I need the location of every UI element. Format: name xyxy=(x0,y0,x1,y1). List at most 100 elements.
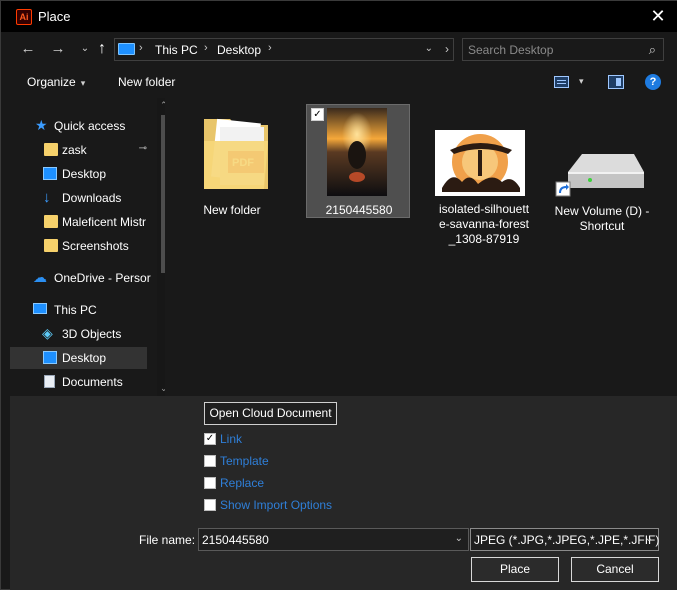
sidebar-item-zask[interactable]: zask ⊸ xyxy=(10,139,147,161)
file-item-new-folder[interactable]: PDF New folder xyxy=(180,107,284,219)
chevron-down-icon[interactable]: ⌄ xyxy=(645,533,653,544)
file-type-select[interactable]: JPEG (*.JPG,*.JPEG,*.JPE,*.JFIF) ⌄ xyxy=(470,528,659,551)
selection-checkbox[interactable]: ✓ xyxy=(311,108,324,121)
title-bar: Ai Place ✕ xyxy=(1,1,677,32)
file-item-new-volume-shortcut[interactable]: New Volume (D) - Shortcut xyxy=(550,138,654,233)
star-icon: ★ xyxy=(35,117,48,133)
computer-icon xyxy=(33,303,47,314)
sidebar-item-label: OneDrive - Persor xyxy=(54,271,151,285)
sidebar-item-label: This PC xyxy=(54,303,97,317)
breadcrumb-separator-icon[interactable]: › xyxy=(204,42,208,54)
sidebar-item-label: Documents xyxy=(62,375,123,389)
folder-icon xyxy=(44,239,58,252)
sidebar-scrollbar[interactable]: ⌃ ⌄ xyxy=(157,98,165,396)
address-bar[interactable]: › This PC › Desktop › ⌄ › xyxy=(114,38,454,61)
sidebar-item-this-pc[interactable]: This PC xyxy=(10,299,147,321)
breadcrumb-desktop[interactable]: Desktop xyxy=(217,43,261,57)
sidebar-item-label: 3D Objects xyxy=(62,327,122,341)
close-button[interactable]: ✕ xyxy=(646,5,670,27)
help-icon[interactable]: ? xyxy=(645,74,661,90)
sidebar-item-desktop-quick[interactable]: Desktop xyxy=(10,163,147,185)
folder-icon xyxy=(44,143,58,156)
sidebar-item-label: Screenshots xyxy=(62,239,129,253)
sidebar-item-label: Desktop xyxy=(62,167,107,181)
sidebar-item-label: Desktop xyxy=(62,351,107,365)
open-cloud-document-button[interactable]: Open Cloud Document xyxy=(204,402,337,425)
file-name-field[interactable]: ⌄ xyxy=(198,528,469,551)
option-label[interactable]: Show Import Options xyxy=(220,498,332,512)
breadcrumb-this-pc[interactable]: This PC xyxy=(155,43,198,57)
forward-arrow-icon[interactable]: → xyxy=(48,39,68,59)
sidebar-item-onedrive[interactable]: ☁ OneDrive - Persor xyxy=(10,267,151,289)
sidebar-item-downloads[interactable]: ↓ Downloads xyxy=(10,187,147,209)
option-label[interactable]: Link xyxy=(220,432,242,446)
checkbox-unchecked[interactable] xyxy=(204,499,216,511)
file-type-value: JPEG (*.JPG,*.JPEG,*.JPE,*.JFIF) xyxy=(474,533,660,547)
place-dialog: Ai Place ✕ ← → ⌄ ↑ › This PC › Desktop ›… xyxy=(0,0,677,590)
sidebar-item-label: Quick access xyxy=(54,119,126,133)
pin-icon[interactable]: ⊸ xyxy=(139,143,147,154)
sidebar-item-maleficent[interactable]: Maleficent Mistr xyxy=(10,211,147,233)
file-name: New Volume (D) - Shortcut xyxy=(554,204,650,233)
search-box[interactable]: ⌕ xyxy=(462,38,664,61)
file-name-label: File name: xyxy=(139,533,196,547)
sidebar-item-desktop[interactable]: Desktop xyxy=(10,347,147,369)
option-label[interactable]: Replace xyxy=(220,476,264,490)
file-item-savanna-silhouette[interactable]: isolated-silhouett e-savanna-forest _130… xyxy=(432,128,536,246)
back-arrow-icon[interactable]: ← xyxy=(18,39,38,59)
up-arrow-icon[interactable]: ↑ xyxy=(92,39,112,59)
navigation-pane: ★ Quick access zask ⊸ Desktop ↓ Download… xyxy=(10,98,165,396)
file-name: New folder xyxy=(203,203,261,217)
file-name: 2150445580 xyxy=(325,203,393,217)
desktop-icon xyxy=(43,351,57,364)
cloud-icon: ☁ xyxy=(33,269,47,285)
chevron-down-icon[interactable]: ⌄ xyxy=(455,533,463,544)
checkbox-unchecked[interactable] xyxy=(204,455,216,467)
breadcrumb-separator-icon[interactable]: › xyxy=(268,42,272,54)
window-title: Place xyxy=(38,9,71,24)
preview-pane-icon[interactable] xyxy=(608,75,624,89)
caret-down-icon: ▾ xyxy=(80,78,86,88)
organize-menu-button[interactable]: Organize ▾ xyxy=(27,75,85,89)
sidebar-item-quick-access[interactable]: ★ Quick access xyxy=(10,115,147,137)
checkbox-unchecked[interactable] xyxy=(204,477,216,489)
illustrator-app-icon: Ai xyxy=(16,9,32,25)
sidebar-item-documents[interactable]: Documents xyxy=(10,371,147,393)
command-toolbar: Organize ▾ New folder ▾ ? xyxy=(1,66,677,98)
change-view-icon[interactable] xyxy=(554,76,569,88)
desktop-icon xyxy=(43,167,57,180)
navigation-bar: ← → ⌄ ↑ › This PC › Desktop › ⌄ › ⌕ xyxy=(1,32,677,66)
sidebar-item-3d-objects[interactable]: ◈ 3D Objects xyxy=(10,323,147,345)
cancel-button[interactable]: Cancel xyxy=(571,557,659,582)
option-label[interactable]: Template xyxy=(220,454,269,468)
search-icon[interactable]: ⌕ xyxy=(649,42,656,58)
new-folder-button[interactable]: New folder xyxy=(118,75,175,89)
checkbox-checked[interactable]: ✓ xyxy=(204,433,216,445)
file-list: PDF New folder ✓ xyxy=(167,98,677,396)
download-icon: ↓ xyxy=(43,189,51,206)
breadcrumb-separator-icon[interactable]: › xyxy=(139,42,143,54)
document-icon xyxy=(44,375,55,388)
this-pc-icon xyxy=(118,43,135,55)
image-thumbnail-icon xyxy=(435,130,525,196)
address-go-icon[interactable]: › xyxy=(445,42,449,56)
file-item-2150445580[interactable]: ✓ 2150445580 xyxy=(306,104,410,218)
place-options-panel: Open Cloud Document ✓ Link Template Repl… xyxy=(10,396,677,590)
scroll-up-icon[interactable]: ⌃ xyxy=(160,100,165,111)
scroll-down-icon[interactable]: ⌄ xyxy=(160,383,165,394)
search-input[interactable] xyxy=(468,42,638,58)
organize-label: Organize xyxy=(27,75,76,89)
folder-icon xyxy=(44,215,58,228)
sidebar-item-label: zask xyxy=(62,143,87,157)
address-history-chevron-icon[interactable]: ⌄ xyxy=(425,43,433,54)
cube-icon: ◈ xyxy=(42,325,53,341)
sidebar-item-label: Downloads xyxy=(62,191,122,205)
file-name: isolated-silhouett e-savanna-forest _130… xyxy=(438,202,530,246)
sidebar-item-screenshots[interactable]: Screenshots xyxy=(10,235,147,257)
drive-icon xyxy=(555,154,644,197)
place-button[interactable]: Place xyxy=(471,557,559,582)
file-name-input[interactable] xyxy=(202,532,442,548)
view-options-caret-icon[interactable]: ▾ xyxy=(579,76,584,87)
scrollbar-thumb[interactable] xyxy=(161,115,165,273)
folder-thumbnail-icon: PDF xyxy=(204,118,268,189)
